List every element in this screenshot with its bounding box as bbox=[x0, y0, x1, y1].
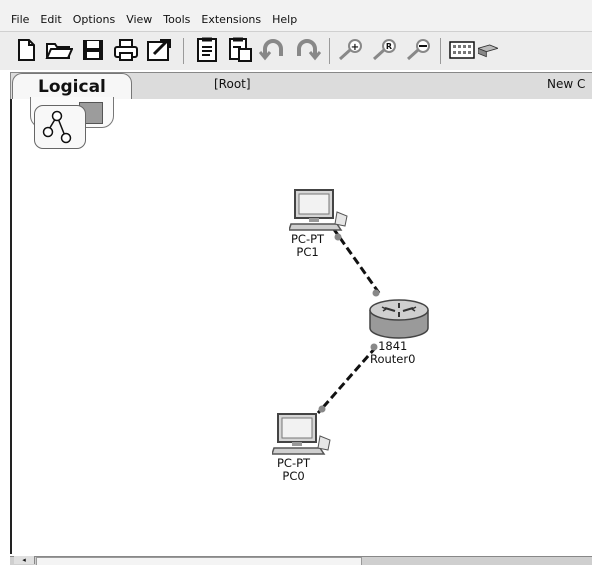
device-name: PC1 bbox=[296, 245, 319, 259]
device-name: Router0 bbox=[370, 352, 416, 366]
device-label-pc1: PC-PT PC1 bbox=[291, 233, 324, 259]
scroll-left-arrow-icon[interactable]: ◂ bbox=[14, 556, 35, 564]
pc-icon bbox=[270, 413, 331, 455]
device-pc0[interactable] bbox=[270, 412, 332, 462]
device-label-pc0: PC-PT PC0 bbox=[277, 457, 310, 483]
router-icon bbox=[369, 299, 429, 339]
link-router0-pc0[interactable] bbox=[316, 346, 378, 414]
device-name: PC0 bbox=[282, 469, 305, 483]
link-status-dot bbox=[372, 289, 380, 297]
device-pc1[interactable] bbox=[287, 188, 349, 238]
pc-icon bbox=[287, 189, 348, 231]
device-label-router0: 1841 Router0 bbox=[370, 340, 415, 366]
